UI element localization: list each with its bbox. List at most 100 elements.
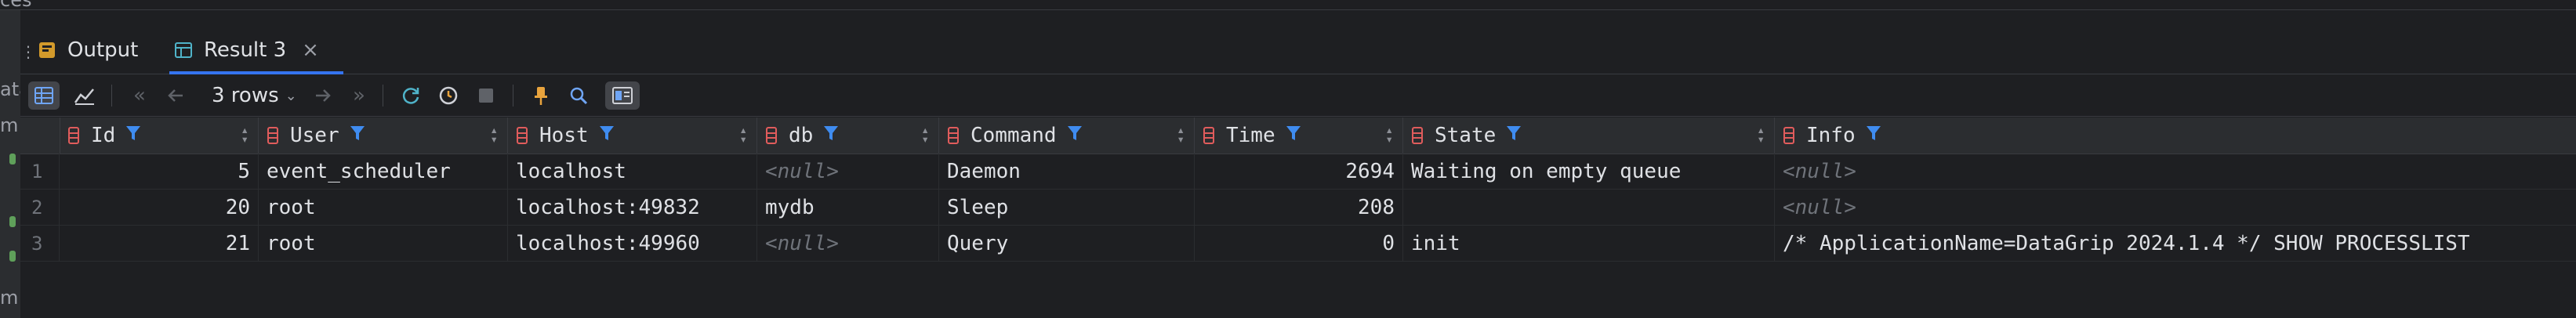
cell-db[interactable]: <null> — [757, 154, 939, 189]
tab-result-3[interactable]: Result 3 × — [169, 27, 343, 74]
filter-icon[interactable] — [1285, 124, 1302, 147]
column-header-host[interactable]: Host ▴ ▾ — [508, 117, 757, 154]
left-panel-text: m — [0, 287, 19, 309]
sort-icon[interactable]: ▴ ▾ — [739, 124, 747, 146]
cell-db[interactable]: <null> — [757, 226, 939, 261]
row-number: 1 — [20, 154, 60, 189]
sort-icon[interactable]: ▴ ▾ — [1177, 124, 1185, 146]
column-label: Host — [539, 124, 589, 147]
tab-output-label: Output — [67, 38, 139, 62]
cell-info[interactable]: <null> — [1775, 154, 2576, 189]
cell-id[interactable]: 20 — [60, 190, 259, 225]
column-label: User — [290, 124, 339, 147]
table-row[interactable]: 1 5 event_scheduler localhost <null> Dae… — [20, 154, 2576, 190]
sort-icon[interactable]: ▴ ▾ — [241, 124, 249, 146]
filter-icon[interactable] — [1505, 124, 1522, 147]
status-marker — [9, 251, 16, 262]
cell-id[interactable]: 21 — [60, 226, 259, 261]
filter-icon[interactable] — [822, 124, 840, 147]
cell-time[interactable]: 208 — [1195, 190, 1403, 225]
row-number-header — [20, 117, 60, 154]
filter-icon[interactable] — [125, 124, 142, 147]
next-page-icon[interactable] — [309, 81, 337, 110]
cell-state[interactable]: init — [1403, 226, 1775, 261]
more-icon[interactable]: ⋮ — [20, 42, 36, 61]
cell-state[interactable]: Waiting on empty queue — [1403, 154, 1775, 189]
output-icon — [38, 41, 56, 60]
refresh-icon[interactable] — [395, 81, 426, 110]
column-label: State — [1435, 124, 1497, 147]
cell-info[interactable]: <null> — [1775, 190, 2576, 225]
filter-icon[interactable] — [1865, 124, 1882, 147]
cell-info[interactable]: /* ApplicationName=DataGrip 2024.1.4 */ … — [1775, 226, 2576, 261]
cell-user[interactable]: event_scheduler — [259, 154, 508, 189]
cell-host[interactable]: localhost — [508, 154, 757, 189]
status-marker — [9, 154, 16, 164]
column-label: Id — [91, 124, 116, 147]
column-icon — [1203, 126, 1215, 145]
previous-page-icon[interactable] — [161, 81, 190, 110]
cell-user[interactable]: root — [259, 226, 508, 261]
close-icon[interactable]: × — [302, 38, 319, 62]
pin-icon[interactable] — [525, 81, 557, 110]
cell-command[interactable]: Daemon — [939, 154, 1195, 189]
filter-icon[interactable] — [598, 124, 615, 147]
status-marker — [9, 216, 16, 227]
grid-view-icon[interactable] — [28, 81, 60, 110]
grid-header-row: Id ▴ ▾ User ▴ ▾ Host ▴ ▾ db ▴ ▾ Command ▴ ▾ — [20, 117, 2576, 154]
row-number: 2 — [20, 190, 60, 225]
stop-icon[interactable] — [470, 81, 502, 110]
cell-state[interactable] — [1403, 190, 1775, 225]
cell-time[interactable]: 0 — [1195, 226, 1403, 261]
chart-view-icon[interactable] — [69, 81, 100, 110]
column-label: Command — [971, 124, 1057, 147]
column-label: Info — [1806, 124, 1856, 147]
row-number: 3 — [20, 226, 60, 261]
history-icon[interactable] — [433, 81, 464, 110]
filter-icon[interactable] — [349, 124, 366, 147]
cell-command[interactable]: Sleep — [939, 190, 1195, 225]
page-size-dropdown[interactable]: 3 rows ⌄ — [212, 81, 297, 110]
column-header-state[interactable]: State ▴ ▾ — [1403, 117, 1775, 154]
column-header-command[interactable]: Command ▴ ▾ — [939, 117, 1195, 154]
results-toolbar: « 3 rows ⌄ » — [20, 75, 2576, 117]
column-header-info[interactable]: Info — [1775, 117, 2576, 154]
cell-command[interactable]: Query — [939, 226, 1195, 261]
column-icon — [1783, 126, 1795, 145]
column-header-db[interactable]: db ▴ ▾ — [757, 117, 939, 154]
column-icon — [67, 126, 80, 145]
column-icon — [267, 126, 279, 145]
cell-db[interactable]: mydb — [757, 190, 939, 225]
column-header-id[interactable]: Id ▴ ▾ — [60, 117, 259, 154]
cell-host[interactable]: localhost:49960 — [508, 226, 757, 261]
filter-icon[interactable] — [1066, 124, 1083, 147]
table-row[interactable]: 2 20 root localhost:49832 mydb Sleep 208… — [20, 190, 2576, 226]
page-size-label: 3 rows — [212, 84, 279, 107]
column-header-time[interactable]: Time ▴ ▾ — [1195, 117, 1403, 154]
tab-output[interactable]: Output — [38, 27, 147, 74]
search-icon[interactable] — [563, 81, 594, 110]
last-page-icon[interactable]: » — [345, 81, 373, 110]
top-edge: ces — [0, 0, 2576, 11]
window-title-fragment: ces — [0, 0, 32, 11]
sort-icon[interactable]: ▴ ▾ — [1757, 124, 1765, 146]
cell-host[interactable]: localhost:49832 — [508, 190, 757, 225]
column-icon — [1411, 126, 1424, 145]
tab-result-3-label: Result 3 — [204, 38, 287, 62]
left-panel-text: m — [0, 114, 19, 136]
table-icon — [174, 41, 193, 60]
left-side-panel: ata m m — [0, 0, 20, 318]
cell-time[interactable]: 2694 — [1195, 154, 1403, 189]
sort-icon[interactable]: ▴ ▾ — [490, 124, 498, 146]
first-page-icon[interactable]: « — [125, 81, 154, 110]
sort-icon[interactable]: ▴ ▾ — [921, 124, 929, 146]
view-layout-icon[interactable] — [605, 81, 640, 110]
column-header-user[interactable]: User ▴ ▾ — [259, 117, 508, 154]
table-row[interactable]: 3 21 root localhost:49960 <null> Query 0… — [20, 226, 2576, 262]
cell-id[interactable]: 5 — [60, 154, 259, 189]
column-icon — [516, 126, 528, 145]
sort-icon[interactable]: ▴ ▾ — [1385, 124, 1393, 146]
cell-user[interactable]: root — [259, 190, 508, 225]
left-panel-text: ata — [0, 78, 20, 100]
column-icon — [765, 126, 778, 145]
